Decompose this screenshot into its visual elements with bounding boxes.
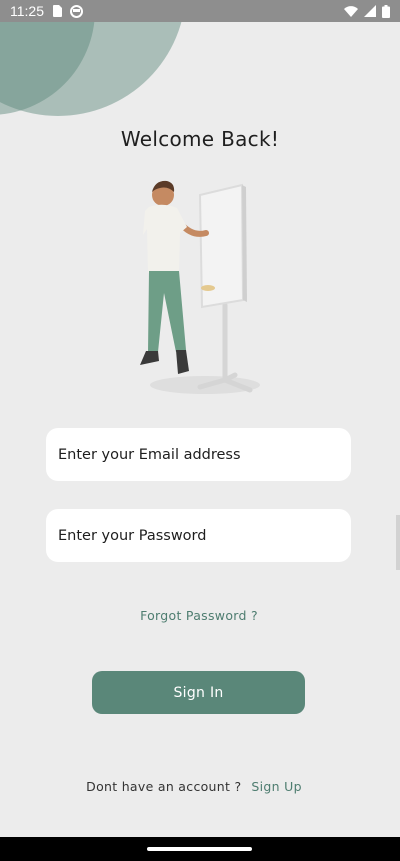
status-bar: 11:25: [0, 0, 400, 22]
password-field[interactable]: Enter your Password: [46, 509, 351, 562]
battery-icon: [382, 4, 390, 18]
sign-in-label: Sign In: [173, 684, 224, 701]
scrollbar-indicator: [396, 515, 400, 570]
password-placeholder: Enter your Password: [58, 527, 207, 544]
signup-row: Dont have an account ? Sign Up: [0, 779, 388, 794]
sign-in-button[interactable]: Sign In: [92, 671, 305, 714]
page-title: Welcome Back!: [120, 127, 280, 151]
status-time: 11:25: [10, 3, 44, 19]
person-at-whiteboard-illustration: [140, 180, 260, 394]
sign-up-link[interactable]: Sign Up: [251, 779, 301, 794]
wifi-icon: [344, 5, 358, 17]
email-placeholder: Enter your Email address: [58, 446, 241, 463]
email-field[interactable]: Enter your Email address: [46, 428, 351, 481]
signup-prompt: Dont have an account ?: [86, 779, 242, 794]
signal-icon: [364, 5, 376, 17]
app-notification-icon: [70, 4, 83, 18]
forgot-password-link[interactable]: Forgot Password ?: [0, 608, 398, 623]
home-gesture-handle[interactable]: [147, 847, 252, 851]
sim-card-icon: [52, 5, 62, 17]
